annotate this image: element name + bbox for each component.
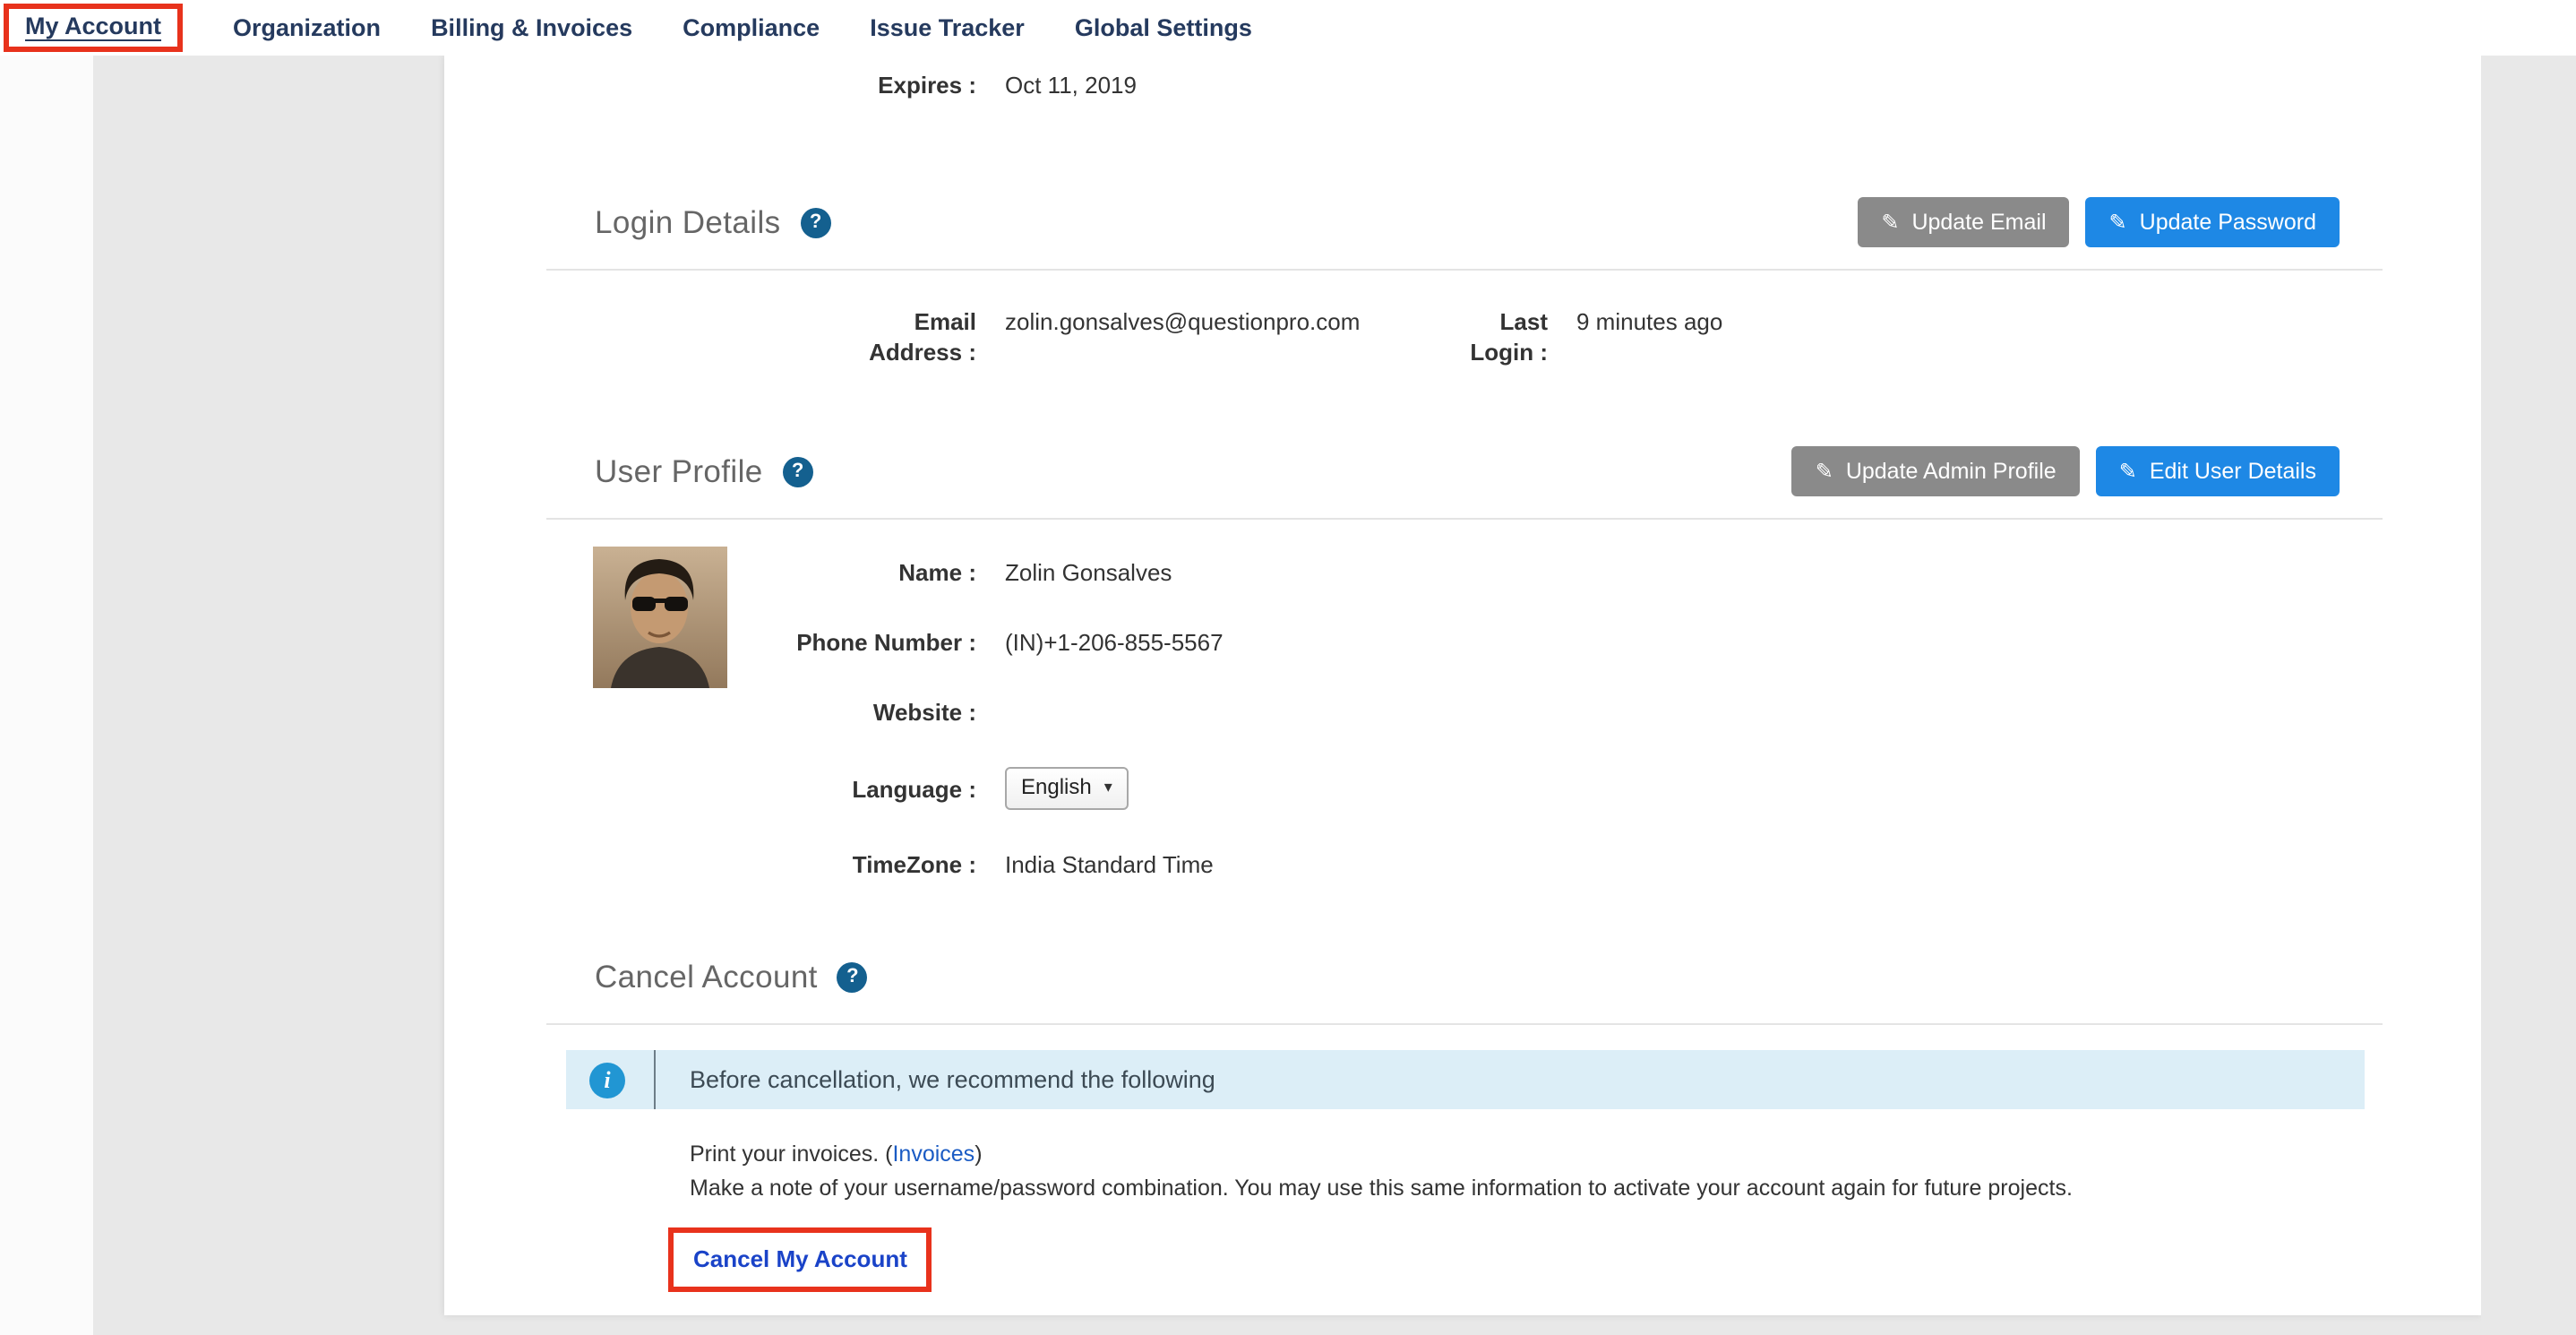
profile-photo (593, 547, 727, 688)
tab-organization[interactable]: Organization (233, 12, 381, 44)
edit-icon: ✎ (1816, 461, 1833, 482)
help-icon[interactable]: ? (801, 207, 831, 237)
website-label: Website : (444, 697, 976, 728)
edit-icon: ✎ (1881, 211, 1899, 233)
phone-value: (IN)+1-206-855-5567 (1005, 627, 1224, 658)
page-body: Expires : Oct 11, 2019 Login Details ? ✎… (0, 56, 2576, 1335)
tab-compliance[interactable]: Compliance (683, 12, 820, 44)
annotation-box-my-account: My Account (4, 4, 183, 52)
user-profile-section: Name : Zolin Gonsalves Phone Number : (I… (444, 520, 2481, 880)
alert-title: Before cancellation, we recommend the fo… (690, 1066, 1215, 1093)
cancel-account-header: Cancel Account ? (595, 952, 2340, 1002)
phone-row: Phone Number : (IN)+1-206-855-5567 (444, 627, 2481, 658)
chevron-down-icon: ▾ (1104, 772, 1112, 803)
right-gutter (2481, 56, 2576, 1335)
user-profile-header: User Profile ? ✎ Update Admin Profile ✎ … (595, 446, 2340, 496)
cancel-account-title: Cancel Account (595, 958, 818, 995)
help-icon[interactable]: ? (837, 961, 868, 992)
expires-row: Expires : Oct 11, 2019 (444, 56, 2481, 100)
invoices-link[interactable]: Invoices (892, 1141, 975, 1167)
cancellation-info-alert: i Before cancellation, we recommend the … (566, 1050, 2365, 1109)
tab-billing-invoices[interactable]: Billing & Invoices (431, 12, 632, 44)
update-password-button[interactable]: ✎ Update Password (2086, 197, 2340, 247)
expires-label: Expires : (444, 70, 976, 100)
timezone-value: India Standard Time (1005, 849, 1214, 880)
cancel-my-account-link[interactable]: Cancel My Account (693, 1245, 907, 1272)
edit-icon: ✎ (2119, 461, 2137, 482)
website-row: Website : (444, 697, 2481, 728)
left-gutter (93, 56, 444, 1335)
alert-separator (654, 1050, 656, 1109)
settings-panel: Expires : Oct 11, 2019 Login Details ? ✎… (444, 56, 2481, 1315)
last-login-value: 9 minutes ago (1576, 306, 1722, 337)
language-select[interactable]: English ▾ (1005, 767, 1129, 810)
divider (546, 269, 2383, 271)
last-login-label: Last Login : (1444, 306, 1548, 367)
name-row: Name : Zolin Gonsalves (444, 557, 2481, 588)
edit-user-details-button[interactable]: ✎ Edit User Details (2096, 446, 2340, 496)
email-address-value: zolin.gonsalves@questionpro.com (1005, 306, 1444, 337)
top-nav: My Account Organization Billing & Invoic… (0, 0, 2576, 56)
language-label: Language : (444, 773, 976, 804)
update-email-button[interactable]: ✎ Update Email (1858, 197, 2069, 247)
language-row: Language : English ▾ (444, 767, 2481, 810)
edit-icon: ✎ (2109, 211, 2127, 233)
expires-value: Oct 11, 2019 (1005, 70, 1137, 100)
cancel-instructions: Print your invoices. (Invoices) Make a n… (690, 1138, 2365, 1206)
invoice-line: Print your invoices. (Invoices) (690, 1138, 2365, 1172)
tab-global-settings[interactable]: Global Settings (1075, 12, 1252, 44)
help-icon[interactable]: ? (783, 456, 813, 487)
info-icon: i (589, 1062, 625, 1098)
user-profile-title: User Profile (595, 452, 763, 490)
login-details-header: Login Details ? ✎ Update Email ✎ Update … (595, 197, 2340, 247)
name-value: Zolin Gonsalves (1005, 557, 1172, 588)
divider (546, 1023, 2383, 1025)
page: My Account Organization Billing & Invoic… (0, 0, 2576, 1335)
email-address-label: Email Address : (444, 306, 976, 367)
note-line: Make a note of your username/password co… (690, 1172, 2365, 1206)
tab-my-account[interactable]: My Account (25, 13, 161, 39)
login-details-title: Login Details (595, 203, 781, 241)
annotation-box-cancel-account: Cancel My Account (668, 1227, 932, 1292)
left-strip (0, 56, 93, 1335)
timezone-row: TimeZone : India Standard Time (444, 849, 2481, 880)
timezone-label: TimeZone : (444, 849, 976, 880)
update-admin-profile-button[interactable]: ✎ Update Admin Profile (1792, 446, 2080, 496)
tab-issue-tracker[interactable]: Issue Tracker (870, 12, 1025, 44)
email-row: Email Address : zolin.gonsalves@question… (444, 306, 2481, 367)
